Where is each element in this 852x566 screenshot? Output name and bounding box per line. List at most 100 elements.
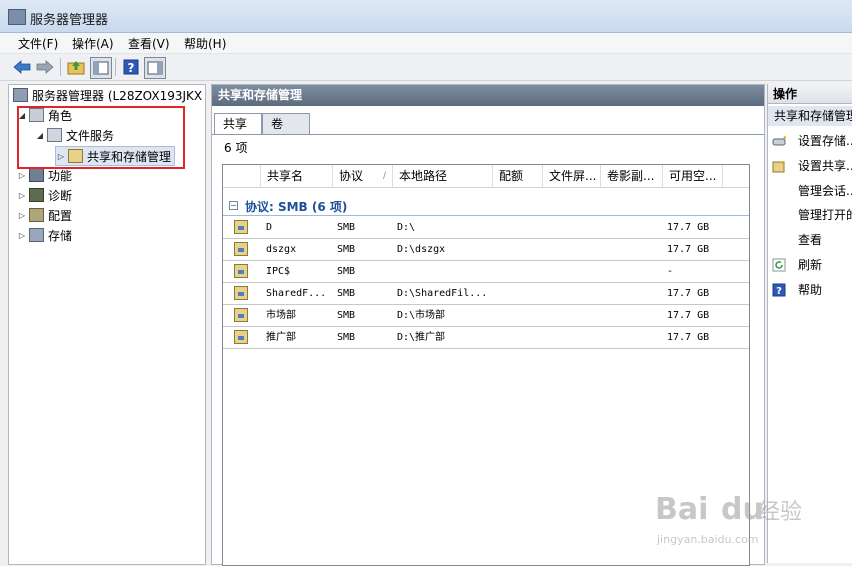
svg-text:?: ? [776, 286, 782, 297]
group-header-smb[interactable]: − 协议: SMB (6 项) [223, 195, 749, 216]
highlight-box [17, 106, 185, 169]
cell-free: 17.7 GB [667, 288, 710, 299]
cell-path: D:\ [397, 222, 416, 233]
tree-label-configuration: 配置 [48, 208, 73, 223]
cell-name: D [266, 222, 273, 233]
cell-free: 17.7 GB [667, 222, 710, 233]
tree-node-configuration[interactable]: ▷ 配置 [17, 206, 72, 224]
item-count: 6 项 [224, 141, 248, 155]
action-provision-share[interactable]: ✦ 设置共享... [772, 157, 852, 175]
menu-help[interactable]: 帮助(H) [184, 35, 226, 52]
sort-indicator-icon: ∕ [382, 171, 386, 181]
menu-file[interactable]: 文件(F) [18, 35, 58, 52]
menu-view[interactable]: 查看(V) [128, 35, 170, 52]
group-collapse-icon[interactable]: − [229, 201, 238, 210]
menu-action[interactable]: 操作(A) [72, 35, 114, 52]
help-icon: ? [772, 283, 786, 297]
share-folder-icon [234, 286, 248, 300]
diagnostics-icon [29, 188, 44, 202]
tab-shares[interactable]: 共享 [214, 113, 262, 135]
cell-name: SharedF... [266, 288, 327, 299]
table-row[interactable]: 市场部 SMB D:\市场部 17.7 GB [223, 305, 749, 327]
back-arrow-icon[interactable] [12, 57, 32, 77]
server-manager-app-icon [8, 9, 26, 25]
svg-text:✦: ✦ [782, 134, 786, 142]
action-manage-open-files[interactable]: 管理打开的 [772, 206, 852, 224]
show-hide-console-tree-icon[interactable] [90, 57, 112, 79]
expand-arrow-icon[interactable]: ▷ [17, 171, 27, 180]
share-folder-icon [234, 264, 248, 278]
storage-add-icon: ✦ [772, 134, 786, 146]
cell-free: 17.7 GB [667, 244, 710, 255]
cell-path: D:\推广部 [397, 332, 446, 343]
features-icon [29, 168, 44, 182]
baidu-jingyan-logo: Bai du 经验 jingyan.baidu.com [655, 492, 802, 546]
svg-text:✦: ✦ [780, 159, 786, 167]
action-help[interactable]: ? 帮助 [772, 281, 852, 299]
column-header-share-name[interactable]: 共享名 [261, 165, 333, 187]
cell-path: D:\dszgx [397, 244, 446, 255]
expand-arrow-icon[interactable]: ▷ [17, 211, 27, 220]
action-manage-sessions[interactable]: 管理会话... [772, 182, 852, 200]
actions-section-header[interactable]: 共享和存储管理 [768, 106, 852, 126]
column-header-protocol[interactable]: 协议 ∕ [333, 165, 393, 187]
cell-protocol: SMB [337, 222, 356, 233]
tree-node-server-manager[interactable]: 服务器管理器 (L28ZOX193JKX [11, 86, 202, 104]
show-hide-action-pane-icon[interactable] [144, 57, 166, 79]
table-row[interactable]: SharedF... SMB D:\SharedFil... 17.7 GB [223, 283, 749, 305]
share-folder-icon [234, 308, 248, 322]
cell-path: D:\SharedFil... [397, 288, 488, 299]
column-header-local-path[interactable]: 本地路径 [393, 165, 493, 187]
action-provision-storage[interactable]: ✦ 设置存储... [772, 132, 852, 150]
server-icon [13, 88, 28, 102]
svg-text:jingyan.baidu.com: jingyan.baidu.com [656, 533, 759, 546]
column-header-file-screen[interactable]: 文件屏... [543, 165, 601, 187]
menu-bar: 文件(F) 操作(A) 查看(V) 帮助(H) [0, 33, 852, 54]
tab-strip: 共享 卷 [212, 113, 764, 135]
cell-protocol: SMB [337, 288, 356, 299]
tree-node-storage[interactable]: ▷ 存储 [17, 226, 72, 244]
tree-label-diagnostics: 诊断 [48, 188, 73, 203]
share-folder-icon [234, 242, 248, 256]
tree-node-diagnostics[interactable]: ▷ 诊断 [17, 186, 72, 204]
tree-label-server-manager: 服务器管理器 (L28ZOX193JKX [32, 88, 203, 103]
cell-path: D:\市场部 [397, 310, 446, 321]
toolbar: ? [0, 54, 852, 81]
up-folder-icon[interactable] [66, 57, 86, 77]
table-row[interactable]: 推广部 SMB D:\推广部 17.7 GB [223, 327, 749, 349]
cell-name: dszgx [266, 244, 297, 255]
configuration-icon [29, 208, 44, 222]
cell-protocol: SMB [337, 266, 356, 277]
table-row[interactable]: dszgx SMB D:\dszgx 17.7 GB [223, 239, 749, 261]
action-view[interactable]: 查看 [772, 231, 852, 249]
column-header-shadow-copy[interactable]: 卷影副... [601, 165, 663, 187]
share-folder-icon [234, 220, 248, 234]
cell-name: IPC$ [266, 266, 291, 277]
refresh-icon [772, 258, 786, 272]
svg-text:Bai: Bai [655, 492, 708, 527]
tab-volumes[interactable]: 卷 [262, 113, 310, 134]
forward-arrow-icon[interactable] [35, 57, 55, 77]
table-row[interactable]: IPC$ SMB - [223, 261, 749, 283]
expand-arrow-icon[interactable]: ▷ [17, 231, 27, 240]
baidu-watermark: Bai du 经验 jingyan.baidu.com [655, 489, 805, 549]
svg-text:经验: 经验 [758, 500, 802, 525]
column-header-quota[interactable]: 配额 [493, 165, 543, 187]
cell-protocol: SMB [337, 310, 356, 321]
action-refresh[interactable]: 刷新 [772, 256, 852, 274]
expand-arrow-icon[interactable]: ▷ [17, 191, 27, 200]
cell-protocol: SMB [337, 332, 356, 343]
actions-header: 操作 [768, 84, 852, 104]
storage-icon [29, 228, 44, 242]
column-header-free-space[interactable]: 可用空... [663, 165, 723, 187]
cell-free: 17.7 GB [667, 332, 710, 343]
help-icon[interactable]: ? [121, 57, 141, 77]
cell-free: - [667, 266, 674, 277]
table-row[interactable]: D SMB D:\ 17.7 GB [223, 217, 749, 239]
column-header-icon [223, 165, 261, 187]
window-title: 服务器管理器 [30, 13, 109, 28]
title-bar: 服务器管理器 [0, 0, 852, 33]
cell-name: 市场部 [266, 310, 296, 321]
cell-name: 推广部 [266, 332, 296, 343]
share-folder-icon [234, 330, 248, 344]
